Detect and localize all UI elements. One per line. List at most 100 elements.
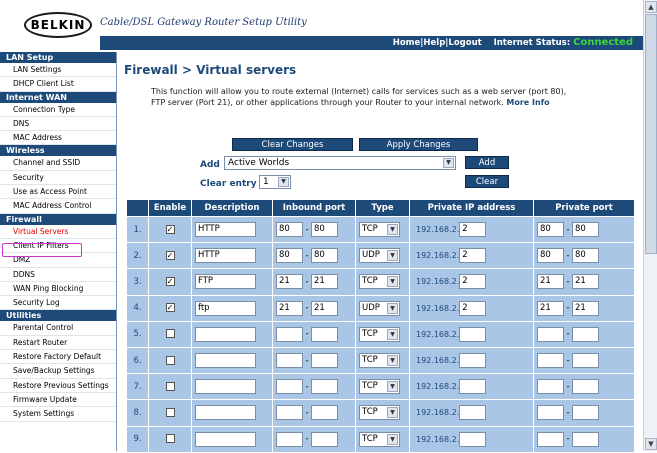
- description-input[interactable]: [195, 379, 256, 395]
- sidebar-item-restore-factory-default[interactable]: Restore Factory Default: [0, 350, 116, 365]
- sidebar-item-channel-and-ssid[interactable]: Channel and SSID: [0, 156, 116, 171]
- clear-entry-select[interactable]: 1 ▼: [259, 175, 291, 189]
- inbound-port-to-input[interactable]: 21: [311, 274, 338, 290]
- type-select[interactable]: UDP ▼: [359, 300, 400, 316]
- private-ip-input[interactable]: 2: [459, 300, 487, 316]
- private-ip-input[interactable]: [459, 353, 487, 369]
- chevron-down-icon[interactable]: ▼: [387, 381, 398, 393]
- more-info-link[interactable]: More Info: [506, 98, 549, 107]
- clear-button[interactable]: Clear: [465, 175, 509, 188]
- enable-checkbox[interactable]: [165, 434, 175, 444]
- inbound-port-from-input[interactable]: [276, 353, 303, 369]
- private-port-from-input[interactable]: [537, 379, 564, 395]
- sidebar-item-mac-address-control[interactable]: MAC Address Control: [0, 199, 116, 214]
- description-input[interactable]: FTP: [195, 274, 256, 290]
- sidebar-item-virtual-servers[interactable]: Virtual Servers: [0, 225, 116, 239]
- sidebar-item-save-backup-settings[interactable]: Save/Backup Settings: [0, 364, 116, 379]
- sidebar-item-dhcp-client-list[interactable]: DHCP Client List: [0, 77, 116, 92]
- sidebar-item-dns[interactable]: DNS: [0, 117, 116, 132]
- private-port-from-input[interactable]: 80: [537, 222, 564, 238]
- type-select[interactable]: TCP ▼: [359, 431, 400, 447]
- add-service-select[interactable]: Active Worlds ▼: [224, 156, 456, 170]
- enable-checkbox[interactable]: [165, 329, 175, 339]
- private-port-from-input[interactable]: [537, 326, 564, 342]
- private-port-to-input[interactable]: [572, 353, 599, 369]
- chevron-down-icon[interactable]: ▼: [387, 276, 398, 288]
- sidebar-item-lan-settings[interactable]: LAN Settings: [0, 63, 116, 78]
- type-select[interactable]: TCP ▼: [359, 405, 400, 421]
- inbound-port-from-input[interactable]: [276, 431, 303, 447]
- scroll-down-icon[interactable]: ▼: [645, 438, 657, 450]
- sidebar-item-connection-type[interactable]: Connection Type: [0, 103, 116, 117]
- type-select[interactable]: UDP ▼: [359, 248, 400, 264]
- sidebar-item-security[interactable]: Security: [0, 171, 116, 186]
- private-port-from-input[interactable]: 80: [537, 248, 564, 264]
- description-input[interactable]: ftp: [195, 300, 256, 316]
- sidebar-item-parental-control[interactable]: Parental Control: [0, 321, 116, 336]
- apply-changes-button[interactable]: Apply Changes: [359, 138, 478, 151]
- private-port-to-input[interactable]: [572, 379, 599, 395]
- clear-changes-button[interactable]: Clear Changes: [232, 138, 353, 151]
- description-input[interactable]: [195, 353, 256, 369]
- inbound-port-to-input[interactable]: [311, 379, 338, 395]
- enable-checkbox[interactable]: ✓: [165, 250, 175, 260]
- enable-checkbox[interactable]: [165, 407, 175, 417]
- sidebar-item-wan-ping-blocking[interactable]: WAN Ping Blocking: [0, 282, 116, 297]
- chevron-down-icon[interactable]: ▼: [387, 407, 398, 419]
- inbound-port-to-input[interactable]: [311, 326, 338, 342]
- private-port-to-input[interactable]: 21: [572, 300, 599, 316]
- private-ip-input[interactable]: 2: [459, 222, 487, 238]
- type-select[interactable]: TCP ▼: [359, 326, 400, 342]
- private-ip-input[interactable]: 2: [459, 248, 487, 264]
- scroll-thumb[interactable]: [645, 14, 657, 254]
- help-link[interactable]: Help: [423, 38, 445, 48]
- chevron-down-icon[interactable]: ▼: [387, 302, 398, 314]
- sidebar-item-restart-router[interactable]: Restart Router: [0, 336, 116, 351]
- inbound-port-from-input[interactable]: 21: [276, 274, 303, 290]
- description-input[interactable]: HTTP: [195, 248, 256, 264]
- inbound-port-from-input[interactable]: [276, 326, 303, 342]
- add-button[interactable]: Add: [465, 156, 509, 169]
- inbound-port-from-input[interactable]: 80: [276, 248, 303, 264]
- private-port-to-input[interactable]: 21: [572, 274, 599, 290]
- type-select[interactable]: TCP ▼: [359, 353, 400, 369]
- private-port-from-input[interactable]: 21: [537, 274, 564, 290]
- inbound-port-from-input[interactable]: [276, 379, 303, 395]
- private-port-to-input[interactable]: 80: [572, 248, 599, 264]
- private-port-to-input[interactable]: [572, 405, 599, 421]
- description-input[interactable]: HTTP: [195, 222, 256, 238]
- private-ip-input[interactable]: [459, 326, 487, 342]
- inbound-port-from-input[interactable]: 80: [276, 222, 303, 238]
- chevron-down-icon[interactable]: ▼: [387, 355, 398, 367]
- private-port-to-input[interactable]: [572, 326, 599, 342]
- sidebar-item-security-log[interactable]: Security Log: [0, 296, 116, 311]
- private-port-from-input[interactable]: [537, 405, 564, 421]
- enable-checkbox[interactable]: ✓: [165, 224, 175, 234]
- private-port-to-input[interactable]: [572, 431, 599, 447]
- chevron-down-icon[interactable]: ▼: [387, 433, 398, 445]
- home-link[interactable]: Home: [393, 38, 421, 48]
- inbound-port-to-input[interactable]: [311, 405, 338, 421]
- inbound-port-to-input[interactable]: [311, 431, 338, 447]
- private-ip-input[interactable]: [459, 405, 487, 421]
- private-ip-input[interactable]: [459, 379, 487, 395]
- private-ip-input[interactable]: 2: [459, 274, 487, 290]
- inbound-port-from-input[interactable]: 21: [276, 300, 303, 316]
- type-select[interactable]: TCP ▼: [359, 274, 400, 290]
- chevron-down-icon[interactable]: ▼: [387, 224, 398, 236]
- enable-checkbox[interactable]: ✓: [165, 303, 175, 313]
- description-input[interactable]: [195, 405, 256, 421]
- sidebar-item-ddns[interactable]: DDNS: [0, 268, 116, 282]
- sidebar-item-use-as-access-point[interactable]: Use as Access Point: [0, 185, 116, 200]
- type-select[interactable]: TCP ▼: [359, 222, 400, 238]
- sidebar-item-firmware-update[interactable]: Firmware Update: [0, 393, 116, 408]
- sidebar-item-restore-previous-settings[interactable]: Restore Previous Settings: [0, 379, 116, 393]
- scroll-up-icon[interactable]: ▲: [645, 1, 657, 13]
- private-port-from-input[interactable]: 21: [537, 300, 564, 316]
- private-port-from-input[interactable]: [537, 431, 564, 447]
- private-port-from-input[interactable]: [537, 353, 564, 369]
- description-input[interactable]: [195, 431, 256, 447]
- inbound-port-to-input[interactable]: [311, 353, 338, 369]
- logout-link[interactable]: Logout: [448, 38, 481, 48]
- enable-checkbox[interactable]: [165, 355, 175, 365]
